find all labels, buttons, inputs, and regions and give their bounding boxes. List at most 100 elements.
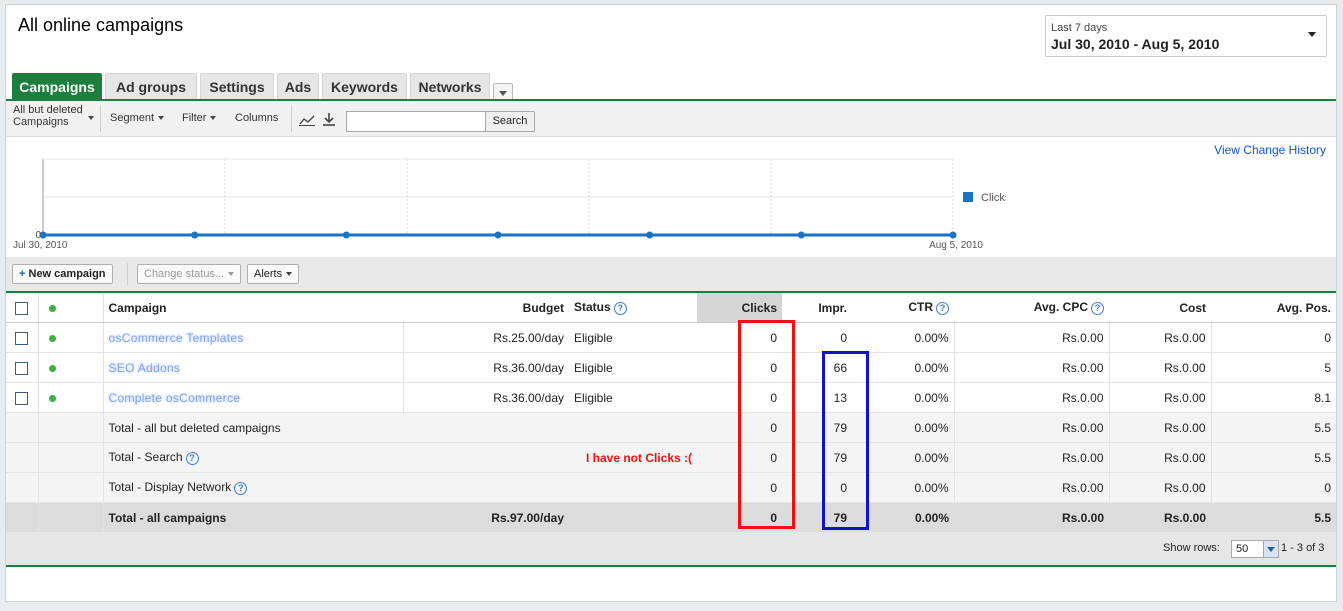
tab-ad-groups[interactable]: Ad groups xyxy=(105,73,197,100)
tab-ads[interactable]: Ads xyxy=(277,73,319,100)
date-range-selector[interactable]: Last 7 days Jul 30, 2010 - Aug 5, 2010 xyxy=(1045,15,1327,57)
view-selector[interactable]: All but deleted Campaigns xyxy=(13,104,83,128)
help-icon[interactable]: ? xyxy=(1091,301,1104,315)
header-status[interactable]: Status? xyxy=(569,293,697,323)
performance-chart-area: View Change History Jul 30, 2010 Aug 5, 2… xyxy=(6,137,1336,257)
campaign-name-cell: Complete osCommerce xyxy=(103,382,404,413)
data-point-clicks xyxy=(494,231,502,239)
header-impr[interactable]: Impr. xyxy=(782,293,852,323)
grand-total-budget: Rs.97.00/day xyxy=(403,502,569,533)
graph-icon[interactable] xyxy=(299,114,315,126)
row-checkbox[interactable] xyxy=(15,361,29,375)
impr-cell: 0 xyxy=(782,322,852,353)
total-row: Total - Search? I have not Clicks :( 0 7… xyxy=(6,442,1336,473)
clicks-cell: 0 xyxy=(697,382,782,413)
data-point-clicks xyxy=(191,231,199,239)
campaign-link[interactable]: Complete osCommerce xyxy=(109,391,241,405)
empty-cell xyxy=(38,502,104,533)
campaign-link[interactable]: osCommerce Templates xyxy=(109,331,244,345)
change-status-dropdown[interactable]: Change status... xyxy=(137,264,242,284)
total-label-cell: Total - Display Network? xyxy=(103,472,697,503)
download-icon[interactable] xyxy=(322,112,336,126)
budget-cell: Rs.25.00/day xyxy=(403,322,569,353)
avg-cpc-cell: Rs.0.00 xyxy=(954,352,1110,383)
row-status-cell xyxy=(38,322,104,353)
campaign-name-cell: SEO Addons xyxy=(103,352,404,383)
row-checkbox[interactable] xyxy=(15,331,29,345)
tab-networks[interactable]: Networks xyxy=(410,73,490,100)
toolbar: All but deleted Campaigns Segment Filter… xyxy=(6,101,1336,137)
alerts-label: Alerts xyxy=(254,268,283,280)
cost-cell: Rs.0.00 xyxy=(1109,352,1212,383)
help-icon[interactable]: ? xyxy=(185,451,199,465)
row-checkbox[interactable] xyxy=(15,391,29,405)
row-status-cell xyxy=(38,352,104,383)
alerts-dropdown[interactable]: Alerts xyxy=(247,264,300,284)
rows-per-page-select[interactable]: 50 xyxy=(1231,540,1279,558)
date-range-label: Last 7 days xyxy=(1051,22,1108,34)
avg-pos-cell: 5 xyxy=(1211,352,1336,383)
status-cell: Eligible xyxy=(569,322,697,353)
search-button[interactable]: Search xyxy=(485,111,535,132)
new-campaign-button[interactable]: + New campaign xyxy=(12,264,113,284)
avg-pos-cell: 0 xyxy=(1211,322,1336,353)
annotation-text: I have not Clicks :( xyxy=(585,450,692,465)
help-icon[interactable]: ? xyxy=(234,481,248,495)
data-point-clicks xyxy=(949,231,957,239)
table-row: SEO Addons Rs.36.00/day Eligible 0 66 0.… xyxy=(6,352,1336,383)
clicks-cell: 0 xyxy=(697,472,782,503)
select-all-cell xyxy=(6,293,39,323)
empty-cell xyxy=(38,412,104,443)
status-cell: Eligible xyxy=(569,352,697,383)
empty-cell xyxy=(6,442,39,473)
header-avg-cpc[interactable]: Avg. CPC? xyxy=(954,293,1109,323)
clicks-cell: 0 xyxy=(697,502,782,533)
header-cost[interactable]: Cost xyxy=(1109,293,1211,323)
header-avg-pos[interactable]: Avg. Pos. xyxy=(1211,293,1336,323)
avg-pos-cell: 8.1 xyxy=(1211,382,1336,413)
header-ctr[interactable]: CTR? xyxy=(852,293,954,323)
columns-button[interactable]: Columns xyxy=(235,112,278,124)
y-tick-label: 0 xyxy=(35,230,41,241)
campaign-link[interactable]: SEO Addons xyxy=(109,361,181,375)
segment-menu[interactable]: Segment xyxy=(110,112,165,124)
table-row: osCommerce Templates Rs.25.00/day Eligib… xyxy=(6,322,1336,353)
grand-total-row: Total - all campaigns Rs.97.00/day 0 79 … xyxy=(6,502,1336,533)
help-icon[interactable]: ? xyxy=(936,301,949,315)
grand-total-label: Total - all campaigns xyxy=(103,502,403,533)
header-campaign[interactable]: Campaign xyxy=(103,293,403,323)
view-change-history-link[interactable]: View Change History xyxy=(1214,143,1326,157)
filter-menu[interactable]: Filter xyxy=(182,112,217,124)
tab-settings[interactable]: Settings xyxy=(200,73,274,100)
x-tick-label: Aug 5, 2010 xyxy=(929,240,983,251)
campaigns-table: Campaign Budget Status? Clicks Impr. CTR… xyxy=(6,293,1336,533)
impr-cell: 13 xyxy=(782,382,852,413)
select-all-checkbox[interactable] xyxy=(15,301,29,315)
tab-keywords[interactable]: Keywords xyxy=(322,73,407,100)
budget-cell: Rs.36.00/day xyxy=(403,382,569,413)
total-row: Total - all but deleted campaigns 0 79 0… xyxy=(6,412,1336,443)
chevron-down-icon xyxy=(228,272,235,277)
rows-per-page-value: 50 xyxy=(1236,543,1249,555)
search-input[interactable] xyxy=(346,111,486,132)
header-clicks[interactable]: Clicks xyxy=(697,293,782,323)
avg-pos-cell: 5.5 xyxy=(1211,442,1336,473)
legend-label-clicks: Clicks xyxy=(981,192,1006,204)
date-range-value: Jul 30, 2010 - Aug 5, 2010 xyxy=(1051,36,1220,52)
campaign-name-cell: osCommerce Templates xyxy=(103,322,404,353)
cost-cell: Rs.0.00 xyxy=(1109,502,1211,533)
action-bar: + New campaign Change status... Alerts xyxy=(6,257,1336,291)
help-icon[interactable]: ? xyxy=(613,301,627,315)
view-selector-line1: All but deleted xyxy=(13,104,83,116)
row-select-cell xyxy=(6,322,39,353)
avg-pos-cell: 0 xyxy=(1211,472,1336,503)
header-budget[interactable]: Budget xyxy=(403,293,569,323)
ctr-cell: 0.00% xyxy=(852,442,955,473)
empty-cell xyxy=(38,442,104,473)
tab-campaigns[interactable]: Campaigns xyxy=(12,73,102,100)
ctr-cell: 0.00% xyxy=(852,322,955,353)
status-dot-header xyxy=(38,293,104,323)
total-label: Total - Search xyxy=(108,450,183,465)
clicks-cell: 0 xyxy=(697,352,782,383)
table-header-row: Campaign Budget Status? Clicks Impr. CTR… xyxy=(6,293,1336,323)
